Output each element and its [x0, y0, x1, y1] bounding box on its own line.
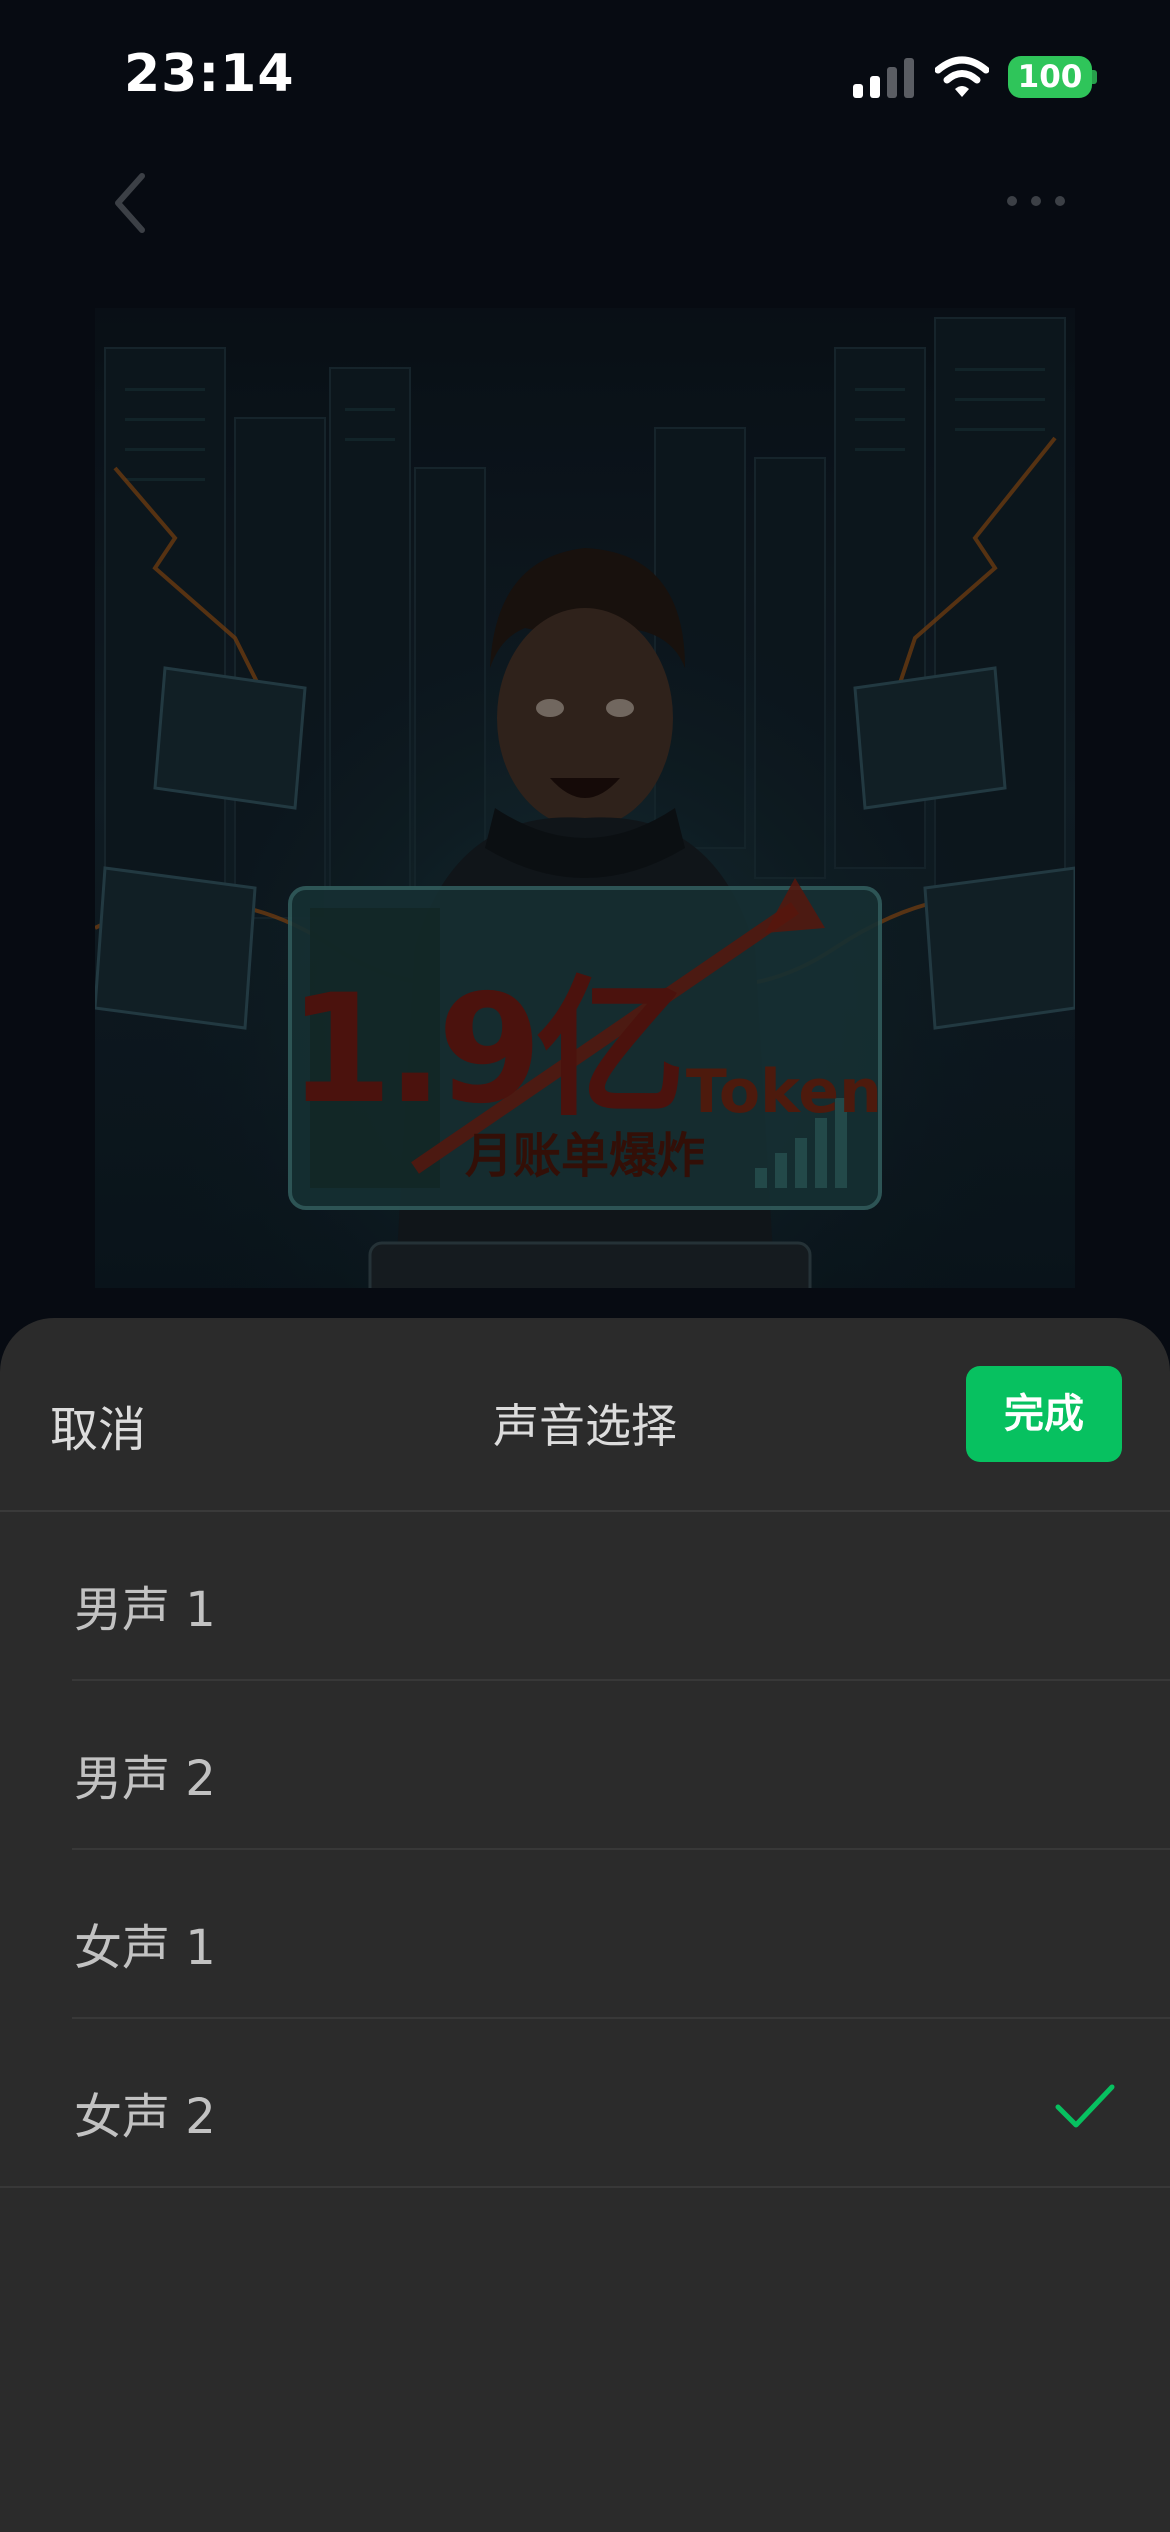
cover-image: 1.9亿 Token 月账单爆炸 — [95, 308, 1075, 1288]
voice-option-label: 女声 2 — [74, 2089, 216, 2145]
wifi-icon — [935, 56, 989, 97]
voice-option-male-2[interactable]: 男声 2 — [0, 1681, 1170, 1850]
voice-option-label: 女声 1 — [74, 1920, 216, 1976]
screen: 23:14 100 1.9亿 Token 月账单爆炸 取消 声音选择 完成 男声… — [0, 0, 1170, 2532]
battery-icon: 100 — [1008, 56, 1092, 98]
voice-option-label: 男声 2 — [74, 1751, 216, 1807]
option-divider — [0, 2186, 1170, 2188]
status-time: 23:14 — [124, 44, 295, 104]
voice-option-list: 男声 1 男声 2 女声 1 女声 2 — [0, 1512, 1170, 2188]
status-bar: 23:14 100 — [0, 0, 1170, 150]
voice-option-male-1[interactable]: 男声 1 — [0, 1512, 1170, 1681]
signal-icon — [853, 58, 914, 98]
voice-option-female-1[interactable]: 女声 1 — [0, 1850, 1170, 2019]
voice-option-female-2[interactable]: 女声 2 — [0, 2019, 1170, 2188]
cover-dim-overlay — [95, 308, 1075, 1288]
voice-select-sheet: 取消 声音选择 完成 男声 1 男声 2 女声 1 女声 2 — [0, 1318, 1170, 2532]
chevron-left-icon[interactable] — [106, 168, 154, 238]
more-horizontal-icon[interactable] — [1006, 186, 1066, 216]
done-button[interactable]: 完成 — [966, 1366, 1122, 1462]
voice-option-label: 男声 1 — [74, 1582, 216, 1638]
checkmark-icon — [1055, 2084, 1115, 2128]
battery-cap — [1092, 70, 1097, 84]
